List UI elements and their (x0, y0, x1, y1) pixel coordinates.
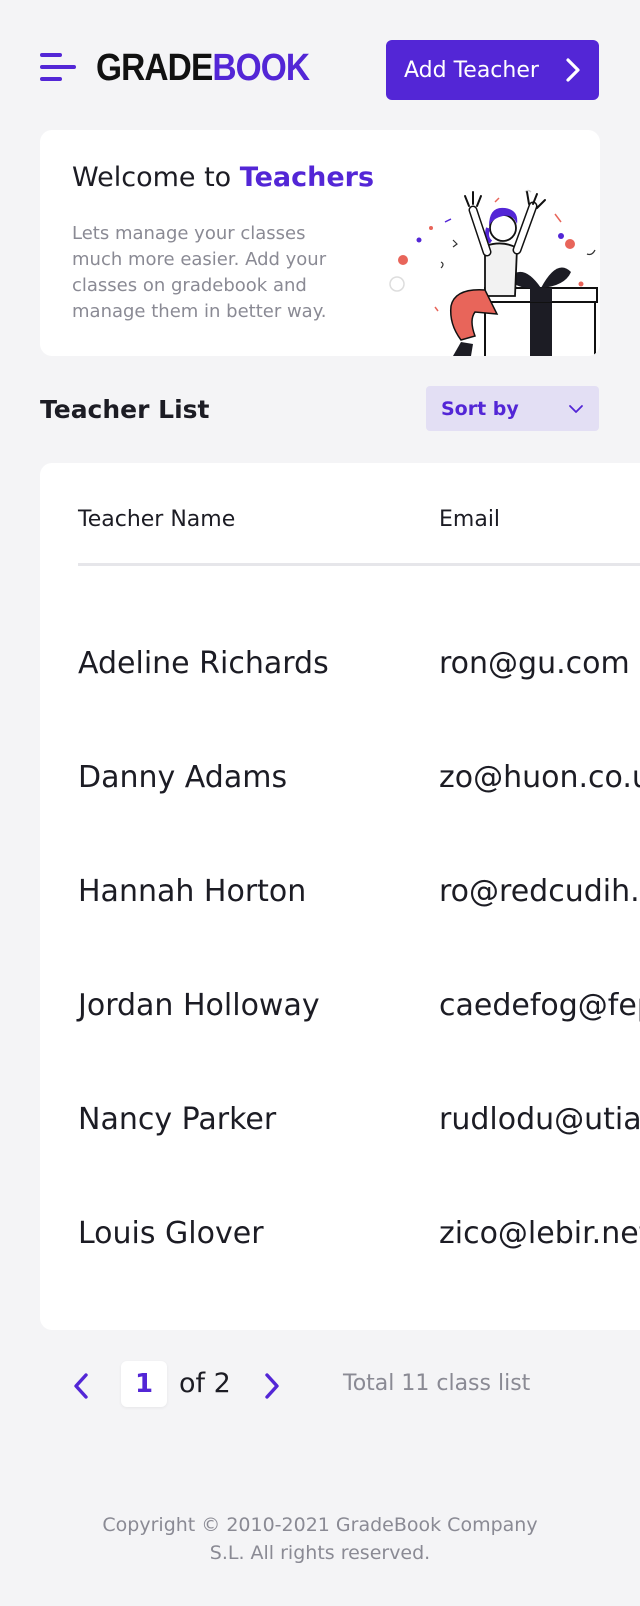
teacher-name-cell: Adeline Richards (78, 646, 329, 681)
teacher-table: Teacher Name Email Adeline Richards ron@… (40, 463, 640, 1330)
welcome-card: Welcome to Teachers Lets manage your cla… (40, 130, 600, 356)
table-row[interactable]: Jordan Holloway caedefog@fep.com (40, 976, 640, 1036)
teacher-name-cell: Louis Glover (78, 1216, 264, 1251)
add-teacher-label: Add Teacher (404, 57, 539, 83)
logo-book-text: BOOK (212, 47, 310, 89)
teacher-name-cell: Hannah Horton (78, 874, 307, 909)
teacher-email-cell: ron@gu.com (439, 646, 630, 681)
table-row[interactable]: Louis Glover zico@lebir.net (40, 1204, 640, 1264)
sort-by-label: Sort by (441, 397, 519, 420)
table-row[interactable]: Hannah Horton ro@redcudih.com (40, 862, 640, 922)
app-header: GRADEBOOK Add Teacher (0, 0, 640, 130)
teacher-name-cell: Jordan Holloway (78, 988, 320, 1023)
teacher-email-cell: rudlodu@utian.com (439, 1102, 640, 1137)
celebration-illustration (389, 189, 598, 356)
copyright-line-2: S.L. All rights reserved. (209, 1542, 431, 1564)
menu-icon (40, 53, 76, 81)
footer-copyright: Copyright © 2010-2021 GradeBook Company … (0, 1511, 640, 1567)
teacher-name-cell: Nancy Parker (78, 1102, 277, 1137)
current-page-input[interactable]: 1 (121, 1361, 167, 1407)
table-row[interactable]: Adeline Richards ron@gu.com (40, 634, 640, 694)
chevron-right-icon (265, 1373, 279, 1399)
table-row[interactable]: Danny Adams zo@huon.co.uk (40, 748, 640, 808)
teacher-list-title: Teacher List (40, 395, 210, 424)
teacher-email-cell: caedefog@fep.com (439, 988, 640, 1023)
gradebook-logo[interactable]: GRADEBOOK (96, 46, 310, 90)
sort-by-select[interactable]: Sort by (426, 386, 599, 431)
add-teacher-button[interactable]: Add Teacher (386, 40, 599, 100)
welcome-title: Welcome to Teachers (72, 162, 374, 193)
page-count-label: of 2 (179, 1368, 231, 1399)
chevron-right-icon (566, 58, 580, 82)
next-page-button[interactable] (259, 1371, 283, 1401)
copyright-line-1: Copyright © 2010-2021 GradeBook Company (102, 1514, 538, 1536)
previous-page-button[interactable] (70, 1371, 94, 1401)
total-count-label: Total 11 class list (343, 1371, 531, 1396)
logo-grade-text: GRADE (96, 47, 213, 89)
teacher-email-cell: zo@huon.co.uk (439, 760, 640, 795)
column-header-name[interactable]: Teacher Name (78, 507, 235, 532)
welcome-description: Lets manage your classes much more easie… (72, 223, 327, 322)
column-header-email[interactable]: Email (439, 507, 500, 532)
teacher-email-cell: zico@lebir.net (439, 1216, 640, 1251)
table-row[interactable]: Nancy Parker rudlodu@utian.com (40, 1090, 640, 1150)
teacher-email-cell: ro@redcudih.com (439, 874, 640, 909)
header-divider (78, 563, 640, 566)
menu-button[interactable] (40, 52, 76, 82)
teacher-name-cell: Danny Adams (78, 760, 288, 795)
welcome-title-prefix: Welcome to (72, 162, 240, 193)
chevron-left-icon (74, 1373, 88, 1399)
chevron-down-icon (569, 405, 583, 413)
